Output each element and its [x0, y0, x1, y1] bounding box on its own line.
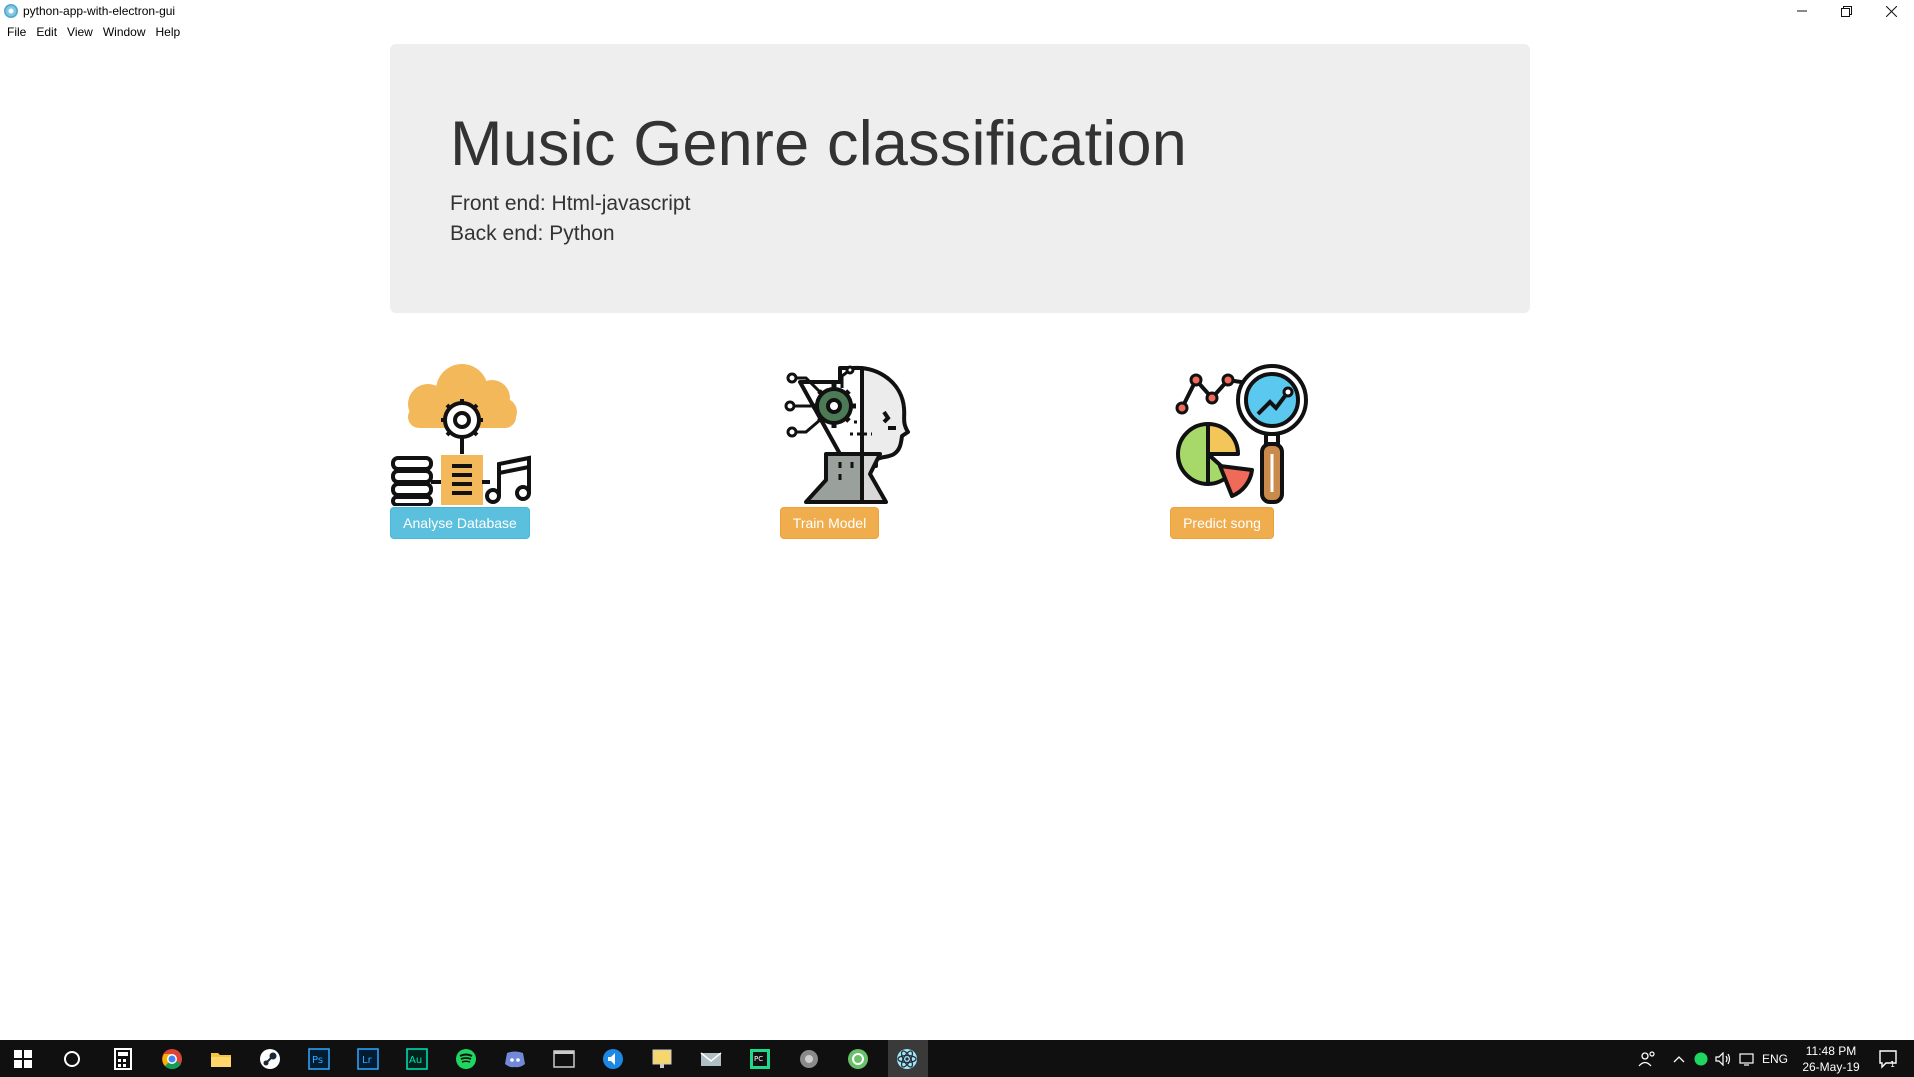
steam-icon[interactable] — [257, 1046, 283, 1072]
train-model-button[interactable]: Train Model — [780, 507, 879, 539]
electron-app-icon[interactable] — [894, 1046, 920, 1072]
calculator-icon[interactable] — [110, 1046, 136, 1072]
display-app-icon[interactable] — [649, 1046, 675, 1072]
svg-text:Ps: Ps — [312, 1055, 323, 1066]
clock-date: 26-May-19 — [1802, 1060, 1860, 1074]
taskbar-clock[interactable]: 11:48 PM 26-May-19 — [1796, 1043, 1866, 1075]
people-icon[interactable] — [1634, 1046, 1660, 1072]
menu-file[interactable]: File — [2, 22, 31, 42]
cloud-database-music-icon — [391, 364, 531, 506]
file-explorer-icon[interactable] — [208, 1046, 234, 1072]
minimize-icon — [1796, 10, 1807, 12]
restore-icon — [1841, 5, 1852, 17]
menu-help[interactable]: Help — [151, 22, 186, 42]
menu-bar: File Edit View Window Help — [0, 22, 1914, 42]
clock-time: 11:48 PM — [1805, 1044, 1857, 1058]
backend-text: Back end: Python — [450, 222, 615, 245]
ai-head-gear-icon — [784, 365, 910, 504]
taskbar: Ps Lr Au PC ENG 11:48 PM 26-May-19 1 — [0, 1040, 1914, 1077]
menu-window[interactable]: Window — [98, 22, 151, 42]
chevron-up-icon[interactable] — [1670, 1046, 1688, 1072]
lightroom-icon[interactable]: Lr — [355, 1046, 381, 1072]
analytics-magnifier-icon — [1175, 364, 1308, 504]
terminal-icon[interactable] — [551, 1046, 577, 1072]
network-icon[interactable] — [1738, 1046, 1758, 1072]
frontend-text: Front end: Html-javascript — [450, 192, 691, 215]
minimize-button[interactable] — [1779, 0, 1824, 22]
close-button[interactable] — [1869, 0, 1914, 22]
notification-center-icon[interactable]: 1 — [1876, 1046, 1902, 1072]
cortana-search-icon[interactable] — [59, 1046, 85, 1072]
window-controls — [1779, 0, 1914, 22]
audio-app-icon[interactable] — [600, 1046, 626, 1072]
app-icon-green[interactable] — [845, 1046, 871, 1072]
photoshop-icon[interactable]: Ps — [306, 1046, 332, 1072]
discord-icon[interactable] — [502, 1046, 528, 1072]
window-titlebar: python-app-with-electron-gui — [0, 0, 1914, 22]
notification-count: 1 — [1890, 1060, 1895, 1069]
svg-text:PC: PC — [754, 1055, 763, 1063]
language-indicator[interactable]: ENG — [1762, 1040, 1788, 1077]
audition-icon[interactable]: Au — [404, 1046, 430, 1072]
restore-button[interactable] — [1824, 0, 1869, 22]
predict-song-button[interactable]: Predict song — [1170, 507, 1274, 539]
jumbotron: Music Genre classification Front end: Ht… — [390, 44, 1530, 313]
close-icon — [1886, 5, 1897, 17]
electron-app-icon — [4, 4, 18, 18]
spotify-tray-icon[interactable] — [1692, 1046, 1710, 1072]
pycharm-icon[interactable]: PC — [747, 1046, 773, 1072]
windows-start-icon[interactable] — [10, 1046, 36, 1072]
svg-text:Au: Au — [409, 1055, 422, 1066]
svg-text:Lr: Lr — [362, 1055, 373, 1066]
window-title: python-app-with-electron-gui — [23, 4, 176, 18]
app-icon-gray[interactable] — [796, 1046, 822, 1072]
chrome-icon[interactable] — [159, 1046, 185, 1072]
volume-icon[interactable] — [1714, 1046, 1734, 1072]
spotify-icon[interactable] — [453, 1046, 479, 1072]
mail-app-icon[interactable] — [698, 1046, 724, 1072]
menu-view[interactable]: View — [62, 22, 98, 42]
analyse-database-button[interactable]: Analyse Database — [390, 507, 530, 539]
menu-edit[interactable]: Edit — [31, 22, 62, 42]
page-title: Music Genre classification — [450, 109, 1187, 179]
